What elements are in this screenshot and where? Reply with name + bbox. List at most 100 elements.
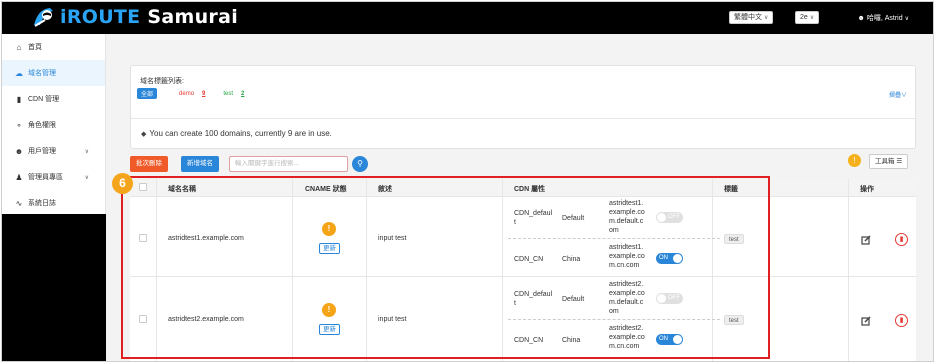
cdn-region: Default bbox=[562, 215, 585, 222]
fold-toggle[interactable]: 摺疊∨ bbox=[889, 90, 907, 99]
update-button[interactable]: 更新 bbox=[319, 324, 340, 335]
filter-all-button[interactable]: 全部 bbox=[137, 88, 158, 99]
select-all-checkbox[interactable] bbox=[139, 183, 147, 191]
cdn-target-line1: astridtest1. bbox=[609, 244, 644, 251]
cdn-name-line1: CDN_CN bbox=[514, 337, 544, 344]
filter-demo-label: demo bbox=[179, 90, 195, 97]
row-checkbox[interactable] bbox=[139, 315, 147, 323]
edit-icon[interactable] bbox=[861, 316, 871, 326]
domain-quota-notice: ◆ You can create 100 domains, currently 9… bbox=[141, 129, 332, 138]
app-window: iROUTE Samurai 繁體中文 ∨ 2e ∨ ☻ 哈囉, Astrid ∨ … bbox=[1, 1, 934, 362]
toggle-knob bbox=[673, 335, 682, 344]
filter-demo-count: 9 bbox=[202, 90, 206, 97]
toggle-knob bbox=[657, 294, 666, 303]
cdn-target-line2: example.co bbox=[609, 209, 645, 216]
cdn-name-line2: t bbox=[514, 219, 516, 226]
table-row[interactable]: astridtest2.example.com ! 更新 input test … bbox=[130, 278, 916, 361]
sidebar-item-label: 首頁 bbox=[28, 44, 42, 51]
description: input test bbox=[378, 235, 407, 242]
sidebar-item-label: 系統日誌 bbox=[28, 200, 56, 207]
header-actions: 操作 bbox=[860, 186, 874, 193]
cdn-target-line2: example.co bbox=[609, 334, 645, 341]
cname-warning-icon: ! bbox=[322, 303, 336, 317]
cdn-divider bbox=[508, 319, 720, 320]
language-select[interactable]: 繁體中文 ∨ bbox=[729, 11, 774, 24]
cdn-target-line2: example.co bbox=[609, 253, 645, 260]
sidebar-item-label: CDN 管理 bbox=[28, 96, 60, 103]
sidebar-item-label: 域名管理 bbox=[28, 70, 56, 77]
domain-table: 域名名稱 CNAME 狀態 敘述 CDN 屬性 標籤 操作 astridtest… bbox=[130, 179, 916, 361]
cdn-name-line1: CDN_CN bbox=[514, 256, 544, 263]
delete-icon[interactable]: ▮ bbox=[895, 233, 908, 246]
cdn-divider bbox=[508, 238, 720, 239]
row-checkbox[interactable] bbox=[139, 234, 147, 242]
warning-icon[interactable]: ! bbox=[848, 154, 861, 167]
brand-part1: iROUTE bbox=[60, 6, 141, 28]
divider bbox=[131, 118, 915, 119]
cdn-region: China bbox=[562, 337, 581, 344]
domain-label-title: 域名標籤列表: bbox=[140, 78, 184, 85]
sidebar-item-domains[interactable]: ☁ 域名管理 bbox=[2, 60, 105, 86]
domain-quota-text: You can create 100 domains, currently 9 … bbox=[149, 129, 332, 138]
cdn-target-line1: astridtest2. bbox=[609, 281, 644, 288]
filter-test[interactable]: test 2 bbox=[223, 91, 244, 97]
sidebar-item-label: 角色權限 bbox=[28, 122, 56, 129]
filter-demo[interactable]: demo 9 bbox=[179, 91, 205, 97]
table-row[interactable]: astridtest1.example.com ! 更新 input test … bbox=[130, 197, 916, 277]
toggle-label: ON bbox=[659, 336, 668, 342]
batch-delete-button[interactable]: 批次刪除 bbox=[130, 156, 168, 172]
toggle-label: OFF bbox=[668, 214, 680, 220]
sidebar-item-cdn[interactable]: ▮ CDN 管理 bbox=[2, 86, 105, 112]
cdn-target-line1: astridtest2. bbox=[609, 325, 644, 332]
cdn-toggle[interactable]: OFF bbox=[656, 212, 683, 223]
sidebar-item-roles[interactable]: ⚬ 角色權限 bbox=[2, 112, 105, 138]
toolbox-button[interactable]: 工具箱 ☰ bbox=[869, 154, 909, 169]
brand-part2: Samurai bbox=[147, 6, 239, 28]
admin-icon: ♟ bbox=[15, 172, 23, 182]
file-icon: ▮ bbox=[16, 94, 22, 104]
cdn-target-line4: om bbox=[609, 227, 619, 234]
sidebar-item-logs[interactable]: ∿ 系統日誌 bbox=[2, 190, 105, 216]
sidebar-empty-area bbox=[2, 214, 106, 361]
toggle-label: ON bbox=[659, 255, 668, 261]
sidebar: ⌂ 首頁 ☁ 域名管理 ▮ CDN 管理 ⚬ 角色權限 ☻ 用戶管理 ∨ ♟ 管… bbox=[2, 34, 106, 214]
cdn-target-line3: m.cn.com bbox=[609, 343, 640, 350]
cdn-toggle[interactable]: ON bbox=[656, 334, 683, 345]
log-icon: ∿ bbox=[15, 198, 23, 208]
tag-icon: ◆ bbox=[141, 131, 147, 138]
cname-warning-icon: ! bbox=[322, 222, 336, 236]
filter-test-label: test bbox=[223, 90, 234, 97]
cdn-region: Default bbox=[562, 296, 585, 303]
user-icon: ☻ bbox=[857, 15, 865, 22]
sidebar-item-admin[interactable]: ♟ 管理員專區 ∨ bbox=[2, 164, 105, 190]
update-button[interactable]: 更新 bbox=[319, 243, 340, 254]
home-icon: ⌂ bbox=[16, 42, 22, 52]
version-select[interactable]: 2e ∨ bbox=[795, 11, 820, 24]
delete-icon[interactable]: ▮ bbox=[895, 314, 908, 327]
search-icon[interactable]: ⚲ bbox=[352, 156, 368, 172]
sidebar-item-home[interactable]: ⌂ 首頁 bbox=[2, 34, 105, 60]
domain-name: astridtest2.example.com bbox=[168, 316, 244, 323]
toolbox-label: 工具箱 bbox=[875, 158, 895, 165]
sidebar-item-users[interactable]: ☻ 用戶管理 ∨ bbox=[2, 138, 105, 164]
search-input[interactable]: 輸入關鍵字進行搜索... bbox=[229, 156, 348, 172]
header-cname: CNAME 狀態 bbox=[305, 186, 347, 193]
cdn-target-line3: m.default.c bbox=[609, 299, 644, 306]
add-domain-button[interactable]: 新增域名 bbox=[181, 156, 219, 172]
sidebar-item-label: 管理員專區 bbox=[28, 174, 63, 181]
chevron-down-icon: ∨ bbox=[900, 93, 907, 99]
cdn-name-line2: t bbox=[514, 300, 516, 307]
cdn-name-line1: CDN_defaul bbox=[514, 291, 553, 298]
toggle-label: OFF bbox=[668, 295, 680, 301]
cdn-name-line1: CDN_defaul bbox=[514, 210, 553, 217]
cdn-region: China bbox=[562, 256, 581, 263]
cdn-target-line3: m.cn.com bbox=[609, 262, 640, 269]
cdn-toggle[interactable]: ON bbox=[656, 253, 683, 264]
edit-icon[interactable] bbox=[861, 235, 871, 245]
brand-logo[interactable]: iROUTE Samurai bbox=[30, 5, 238, 29]
user-menu[interactable]: ☻ 哈囉, Astrid ∨ bbox=[858, 13, 909, 23]
fold-label: 摺疊 bbox=[888, 93, 901, 99]
chevron-down-icon: ∨ bbox=[84, 148, 89, 155]
label-filters: 全部 demo 9 test 2 bbox=[137, 88, 244, 99]
cdn-toggle[interactable]: OFF bbox=[656, 293, 683, 304]
